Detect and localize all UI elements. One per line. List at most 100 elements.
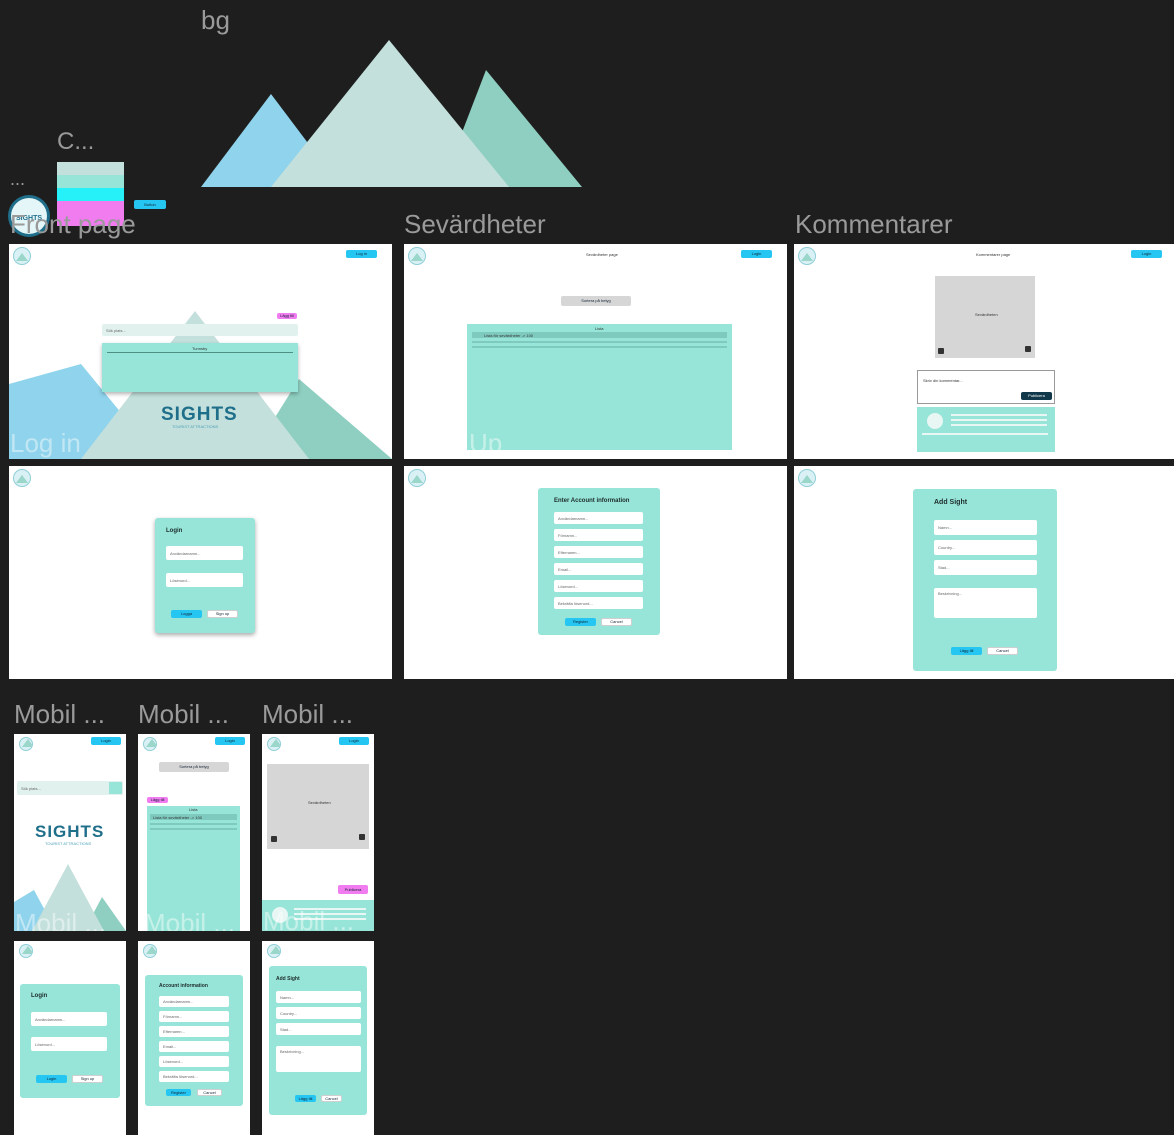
frame-mobile-add-sight[interactable]: Add Sight Namn... Country... Stad... Bes… bbox=[262, 941, 374, 1135]
add-sight-card[interactable]: Add Sight Namn... Country... Stad... Bes… bbox=[913, 489, 1057, 671]
logo-icon[interactable] bbox=[408, 247, 426, 265]
logo-icon[interactable] bbox=[19, 944, 33, 958]
thumbs-up-icon[interactable] bbox=[359, 834, 365, 840]
list-row[interactable]: Lista för sevärdheter -> 100 bbox=[150, 814, 237, 820]
frame-mobile-sevardheter[interactable]: Login Sortera på betyg Lägg till Lista L… bbox=[138, 734, 250, 931]
logo-icon[interactable] bbox=[267, 944, 281, 958]
login-button[interactable]: Log in bbox=[346, 250, 377, 258]
frame-label-colors[interactable]: C... bbox=[57, 130, 94, 154]
password-input[interactable]: Lösenord... bbox=[166, 573, 243, 587]
list-row[interactable] bbox=[472, 341, 727, 343]
register-button[interactable]: Register bbox=[565, 618, 596, 626]
country-input[interactable]: Country... bbox=[934, 540, 1037, 555]
comment-box[interactable]: Skriv din kommentar... Publicera bbox=[917, 370, 1055, 404]
confirm-password-field[interactable]: Bekräfta lösenord... bbox=[554, 597, 643, 609]
list-row[interactable] bbox=[150, 828, 237, 830]
thumbs-down-icon[interactable] bbox=[938, 348, 944, 354]
logo-icon[interactable] bbox=[143, 737, 157, 751]
add-button[interactable]: Lägg till bbox=[951, 647, 982, 655]
frame-label-sevardheter[interactable]: Sevärdheter bbox=[404, 211, 546, 237]
signup-button[interactable]: Sign up bbox=[207, 610, 238, 618]
frame-mobile-front[interactable]: Login Sök plats... SIGHTS TOURIST ATTRAC… bbox=[14, 734, 126, 931]
frame-label-mobile-2[interactable]: Mobil ... bbox=[138, 701, 229, 727]
list-row[interactable] bbox=[150, 823, 237, 825]
frame-sevardheter[interactable]: Sevärdheter page Login Sortera på betyg … bbox=[404, 244, 787, 459]
cancel-button[interactable]: Cancel bbox=[321, 1095, 342, 1102]
confirm-password-field[interactable]: Bekräfta lösenord... bbox=[159, 1071, 229, 1082]
name-input[interactable]: Namn... bbox=[276, 991, 361, 1003]
add-sight-button[interactable]: Lägg till bbox=[147, 797, 168, 803]
password-field[interactable]: Lösenord... bbox=[554, 580, 643, 592]
frame-front-page[interactable]: Log in Lägg till Sök plats... Tunnsby SI… bbox=[9, 244, 392, 459]
filter-button[interactable]: Sortera på betyg bbox=[159, 762, 229, 772]
list-row[interactable] bbox=[472, 346, 727, 348]
publish-button[interactable]: Publicera bbox=[338, 885, 368, 894]
signup-button[interactable]: Sign up bbox=[72, 1075, 103, 1083]
frame-add-sight[interactable]: Add Sight Namn... Country... Stad... Bes… bbox=[794, 466, 1174, 679]
publish-button[interactable]: Publicera bbox=[1021, 392, 1052, 400]
logo-icon[interactable] bbox=[19, 737, 33, 751]
password-field[interactable]: Lösenord... bbox=[159, 1056, 229, 1067]
frame-login[interactable]: Login Användarnamn... Lösenord... Logga … bbox=[9, 466, 392, 679]
sights-list[interactable]: Lista Lista för sevärdheter -> 100 bbox=[467, 324, 732, 450]
cancel-button[interactable]: Cancel bbox=[197, 1089, 222, 1096]
cancel-button[interactable]: Cancel bbox=[601, 618, 632, 626]
list-row[interactable]: Lista för sevärdheter -> 100 bbox=[472, 332, 727, 338]
city-input[interactable]: Stad... bbox=[276, 1023, 361, 1035]
firstname-field[interactable]: Förnamn... bbox=[554, 529, 643, 541]
login-card[interactable]: Login Användarnamn... Lösenord... Login … bbox=[20, 984, 120, 1098]
logo-icon[interactable] bbox=[143, 944, 157, 958]
logo-icon[interactable] bbox=[408, 469, 426, 487]
result-item[interactable]: Tunnsby bbox=[192, 346, 207, 351]
comment-input[interactable]: Skriv din kommentar... bbox=[923, 378, 963, 383]
mountain-illustration[interactable] bbox=[201, 38, 583, 188]
frame-label-mobile-3[interactable]: Mobil ... bbox=[262, 701, 353, 727]
search-input[interactable]: Sök plats... bbox=[17, 781, 123, 795]
frame-kommentarer[interactable]: Kommentarer page Login Sevärdheten Skriv… bbox=[794, 244, 1174, 459]
register-button[interactable]: Register bbox=[166, 1089, 191, 1096]
lastname-field[interactable]: Efternamn... bbox=[159, 1026, 229, 1037]
signup-card[interactable]: Enter Account information Användarnamn..… bbox=[538, 488, 660, 635]
logo-icon[interactable] bbox=[798, 469, 816, 487]
login-button[interactable]: Login bbox=[215, 737, 245, 745]
email-field[interactable]: Email... bbox=[554, 563, 643, 575]
search-icon[interactable] bbox=[109, 782, 122, 794]
logo-icon[interactable] bbox=[798, 247, 816, 265]
login-card[interactable]: Login Användarnamn... Lösenord... Logga … bbox=[155, 518, 255, 633]
frame-signup[interactable]: Enter Account information Användarnamn..… bbox=[404, 466, 787, 679]
login-button[interactable]: Login bbox=[339, 737, 369, 745]
component-button[interactable]: Button bbox=[134, 200, 166, 209]
description-input[interactable]: Beskrivning... bbox=[276, 1046, 361, 1072]
login-button[interactable]: Login bbox=[1131, 250, 1162, 258]
cancel-button[interactable]: Cancel bbox=[987, 647, 1018, 655]
logo-icon[interactable] bbox=[13, 469, 31, 487]
frame-label-dots[interactable]: ... bbox=[10, 170, 25, 188]
login-submit-button[interactable]: Logga bbox=[171, 610, 202, 618]
frame-mobile-signup[interactable]: Account information Användarnamn... Förn… bbox=[138, 941, 250, 1135]
account-card[interactable]: Account information Användarnamn... Förn… bbox=[145, 975, 243, 1106]
login-submit-button[interactable]: Login bbox=[36, 1075, 67, 1083]
lastname-field[interactable]: Efternamn... bbox=[554, 546, 643, 558]
add-sight-button[interactable]: Lägg till bbox=[277, 313, 297, 319]
city-input[interactable]: Stad... bbox=[934, 560, 1037, 575]
description-input[interactable]: Beskrivning... bbox=[934, 588, 1037, 618]
name-input[interactable]: Namn... bbox=[934, 520, 1037, 535]
frame-label-kommentarer[interactable]: Kommentarer bbox=[795, 211, 953, 237]
login-button[interactable]: Login bbox=[91, 737, 121, 745]
thumbs-down-icon[interactable] bbox=[271, 836, 277, 842]
country-input[interactable]: Country... bbox=[276, 1007, 361, 1019]
search-results-dropdown[interactable]: Tunnsby bbox=[102, 343, 298, 392]
logo-icon[interactable] bbox=[13, 247, 31, 265]
login-button[interactable]: Login bbox=[741, 250, 772, 258]
frame-label-front[interactable]: Front page bbox=[10, 211, 136, 237]
password-input[interactable]: Lösenord... bbox=[31, 1037, 107, 1051]
frame-label-bg[interactable]: bg bbox=[201, 7, 230, 33]
search-input[interactable]: Sök plats... bbox=[102, 324, 298, 336]
username-input[interactable]: Användarnamn... bbox=[31, 1012, 107, 1026]
username-input[interactable]: Användarnamn... bbox=[166, 546, 243, 560]
email-field[interactable]: Email... bbox=[159, 1041, 229, 1052]
username-field[interactable]: Användarnamn... bbox=[554, 512, 643, 524]
add-sight-card[interactable]: Add Sight Namn... Country... Stad... Bes… bbox=[269, 966, 367, 1115]
frame-label-mobile-1[interactable]: Mobil ... bbox=[14, 701, 105, 727]
firstname-field[interactable]: Förnamn... bbox=[159, 1011, 229, 1022]
